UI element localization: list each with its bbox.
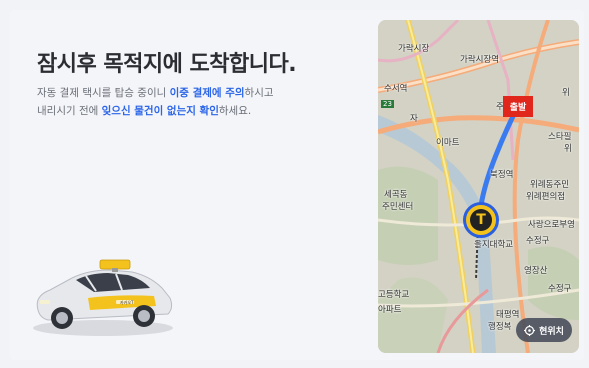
- map-label-sujeonggu2: 수정구: [548, 284, 572, 294]
- taxi-icon: T: [470, 209, 492, 231]
- map-label-bukjeong: 북정역: [490, 170, 514, 180]
- map-label-susu: 수서역: [384, 84, 408, 94]
- map-label-apt: 아파트: [378, 305, 402, 315]
- map-label-sekok: 세곡동: [384, 190, 408, 200]
- map-label-sarang: 사랑으로부영: [528, 220, 575, 230]
- double-payment-warning: 이중 결제에 주의: [169, 87, 245, 99]
- description-line-1: 자동 결제 택시를 탑승 중이니 이중 결제에 주의하시고: [37, 87, 274, 99]
- crosshair-icon: [524, 324, 536, 336]
- map-label-wirye2: 위: [564, 144, 572, 154]
- map-label-emart: 이마트: [436, 138, 460, 148]
- route-map[interactable]: 가락시장 가락시장역 수서역 23 자 이마트 세곡동 주민센터 북정역 주 위…: [378, 20, 579, 353]
- page-title: 잠시후 목적지에 도착합니다.: [37, 52, 297, 77]
- taxi-location-pin[interactable]: T: [463, 202, 499, 238]
- map-label-admin: 행정복: [488, 322, 512, 332]
- current-location-label: 현위치: [539, 326, 564, 337]
- map-label-garak-market-station: 가락시장역: [460, 55, 500, 65]
- taxi-car-illustration: 카카오T: [33, 259, 173, 336]
- map-label-right-top: 위: [562, 88, 570, 98]
- map-label-taepyeong: 태평역: [496, 310, 520, 320]
- map-road-23: 23: [381, 100, 394, 108]
- map-label-sujeong: 수정구: [526, 236, 550, 246]
- map-label-eulji: 을지대학교: [474, 240, 514, 250]
- belongings-warning: 잊으신 물건이 없는지 확인: [101, 105, 219, 117]
- map-label-yeongjang: 영장산: [524, 266, 548, 276]
- map-label-star: 스타필: [548, 132, 572, 142]
- departure-marker[interactable]: 출발: [503, 96, 533, 117]
- map-label-highschool: 고등학교: [378, 290, 410, 300]
- car-door-text: 카카오T: [120, 299, 134, 305]
- map-label-garak-market: 가락시장: [398, 44, 430, 54]
- current-location-button[interactable]: 현위치: [516, 318, 572, 342]
- map-label-wirye-post: 위례편의점: [526, 192, 566, 202]
- description-line-2: 내리시기 전에 잊으신 물건이 없는지 확인하세요.: [37, 105, 252, 117]
- map-label-wirye-center: 위례동주민: [530, 180, 570, 190]
- map-label-ja: 자: [410, 114, 418, 124]
- map-label-sekok-center: 주민센터: [382, 202, 414, 212]
- arrival-description: 자동 결제 택시를 탑승 중이니 이중 결제에 주의하시고 내리시기 전에 잊으…: [37, 84, 337, 120]
